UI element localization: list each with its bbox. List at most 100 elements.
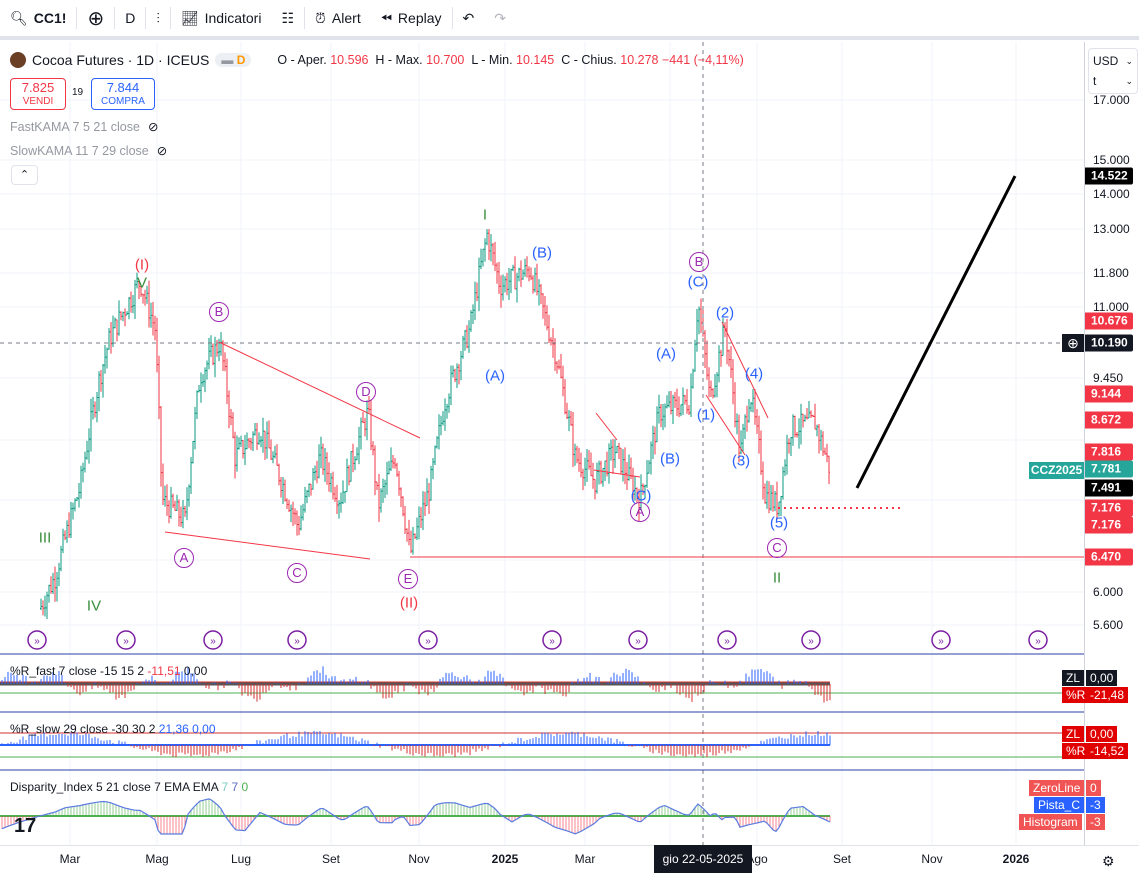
- wave-label[interactable]: A: [174, 548, 194, 568]
- spread: 19: [72, 87, 84, 98]
- indicators-icon: 📈︎: [180, 9, 199, 26]
- price-tag: 7.176: [1085, 516, 1133, 534]
- zeroline-label: ZeroLine: [1029, 780, 1085, 796]
- eye-hidden-icon[interactable]: ⊘: [157, 143, 167, 158]
- price-axis[interactable]: USD ⌄ t ⌄ 17.000 15.000 14.000 13.000 11.800…: [1084, 42, 1139, 845]
- buy-button[interactable]: 7.844 COMPRA: [91, 78, 155, 110]
- unit-select[interactable]: t ⌄: [1093, 71, 1133, 91]
- alert-button[interactable]: ⏰︎ Alert: [305, 0, 371, 36]
- pane-fast-title[interactable]: %R_fast 7 close -15 15 2 -11,51 0,00: [10, 664, 207, 678]
- wave-label[interactable]: (B): [532, 245, 552, 262]
- wave-label[interactable]: (5): [770, 515, 788, 532]
- wave-label[interactable]: B: [689, 252, 709, 272]
- compare-button[interactable]: ⊕: [77, 0, 114, 36]
- chart-type-button[interactable]: ⫶: [146, 0, 170, 36]
- symbol-legend: Cocoa Futures · 1D · ICEUS ▬ D O - Aper.…: [10, 52, 744, 68]
- top-toolbar: 🔍︎ CC1! ⊕ D ⫶ 📈︎ Indicatori ☷ ⏰︎ Alert ⏪︎ Re…: [0, 0, 1139, 40]
- indicators-button[interactable]: 📈︎ Indicatori: [171, 0, 272, 36]
- redo-button[interactable]: ↷: [484, 0, 516, 36]
- wave-label[interactable]: D: [356, 382, 376, 402]
- wave-label[interactable]: (A): [485, 368, 505, 385]
- symbol-title[interactable]: Cocoa Futures · 1D · ICEUS: [32, 52, 209, 68]
- wave-label[interactable]: IV: [87, 598, 101, 615]
- redo-icon: ↷: [494, 9, 506, 26]
- pista-value: -3: [1086, 797, 1105, 813]
- currency-unit-selector[interactable]: USD ⌄ t ⌄: [1088, 48, 1138, 94]
- trendline: [595, 412, 618, 441]
- tradingview-logo[interactable]: 17: [14, 815, 36, 838]
- zl-label: ZL: [1062, 670, 1085, 686]
- zl-label: ZL: [1062, 726, 1085, 742]
- crosshair-date: gio 22-05-2025: [654, 845, 752, 873]
- r-value: -14,52: [1086, 743, 1129, 759]
- cocoa-logo-icon: [10, 52, 26, 68]
- price-tag: 10.676: [1085, 312, 1133, 330]
- pane-disparity-title[interactable]: Disparity_Index 5 21 close 7 EMA EMA 7 7…: [10, 780, 248, 794]
- replay-button[interactable]: ⏪︎ Replay: [371, 0, 452, 36]
- wave-label[interactable]: (1): [697, 407, 715, 424]
- event-marker-arrow: »: [549, 636, 555, 647]
- event-marker-arrow: »: [210, 636, 216, 647]
- eye-hidden-icon[interactable]: ⊘: [148, 119, 158, 134]
- price-tag: 7.816: [1085, 443, 1133, 461]
- price-tick: 11.800: [1093, 266, 1129, 280]
- price-tag: 7.781: [1085, 460, 1133, 478]
- price-tag: 7.176: [1085, 499, 1133, 517]
- undo-button[interactable]: ↶: [453, 0, 485, 36]
- zeroline-value: 0: [1086, 780, 1101, 796]
- search-icon: 🔍︎: [10, 9, 28, 26]
- wave-label[interactable]: A: [630, 502, 650, 522]
- wave-label[interactable]: (I): [135, 257, 149, 274]
- plus-circle-icon: ⊕: [87, 7, 105, 30]
- price-tag: 6.470: [1085, 548, 1133, 566]
- price-tick: 14.000: [1093, 187, 1130, 201]
- wave-label[interactable]: C: [767, 538, 787, 558]
- grid-icon: ☷: [281, 9, 294, 26]
- price-tag: 8.672: [1085, 411, 1133, 429]
- wave-label[interactable]: B: [209, 302, 229, 322]
- bars-icon: ⫶: [156, 9, 160, 26]
- event-marker-arrow: »: [294, 636, 300, 647]
- wave-label[interactable]: V: [137, 275, 147, 292]
- interval-button[interactable]: D: [115, 0, 145, 36]
- time-label: Nov: [921, 852, 943, 866]
- undo-icon: ↶: [462, 9, 475, 26]
- alarm-clock-icon: ⏰︎: [315, 9, 326, 26]
- collapse-legend-button[interactable]: ⌃: [11, 165, 38, 185]
- market-status-badge[interactable]: ▬ D: [215, 53, 252, 67]
- settings-gear-icon[interactable]: ⚙: [1102, 853, 1115, 870]
- time-label: Mag: [145, 852, 169, 866]
- zl-value: 0,00: [1086, 726, 1118, 742]
- wave-label[interactable]: II: [773, 570, 781, 587]
- time-label: Lug: [230, 852, 252, 866]
- pane-slow-title[interactable]: %R_slow 29 close -30 30 2 21,36 0,00: [10, 722, 216, 736]
- wave-label[interactable]: III: [39, 530, 52, 547]
- symbol-search[interactable]: 🔍︎ CC1!: [0, 0, 76, 36]
- wave-label[interactable]: C: [287, 563, 307, 583]
- time-label: Set: [832, 852, 852, 866]
- zl-value: 0,00: [1086, 670, 1118, 686]
- study-fastkama[interactable]: FastKAMA 7 5 21 close ⊘: [10, 119, 158, 135]
- wave-label[interactable]: (A): [656, 346, 676, 363]
- wave-label[interactable]: (2): [716, 305, 734, 322]
- wave-label[interactable]: (4): [745, 366, 763, 383]
- wave-label[interactable]: (3): [732, 453, 750, 470]
- event-marker-arrow: »: [635, 636, 641, 647]
- wave-label[interactable]: (II): [400, 595, 418, 612]
- wave-label[interactable]: (C): [688, 274, 709, 291]
- price-tick: 5.600: [1093, 618, 1124, 632]
- event-marker-arrow: »: [34, 636, 40, 647]
- event-marker-arrow: »: [808, 636, 814, 647]
- time-label: Mar: [59, 852, 81, 866]
- wave-label[interactable]: E: [398, 569, 418, 589]
- price-tick: 13.000: [1093, 222, 1130, 236]
- wave-label[interactable]: I: [483, 207, 487, 224]
- sell-button[interactable]: 7.825 VENDI: [10, 78, 66, 110]
- layouts-button[interactable]: ☷: [271, 0, 304, 36]
- study-slowkama[interactable]: SlowKAMA 11 7 29 close ⊘: [10, 143, 167, 159]
- currency-select[interactable]: USD ⌄: [1093, 51, 1133, 71]
- wave-label[interactable]: (B): [660, 451, 680, 468]
- add-alert-plus-icon[interactable]: ⊕: [1062, 334, 1084, 352]
- price-tick: 17.000: [1093, 93, 1130, 107]
- price-tag: 7.491: [1085, 479, 1133, 497]
